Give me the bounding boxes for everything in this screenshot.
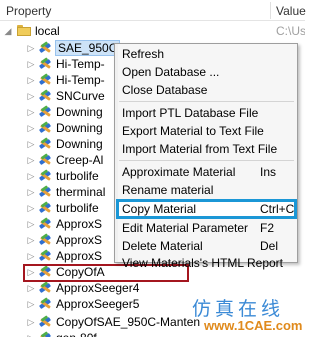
menu-item-refresh[interactable]: Refresh <box>115 45 297 63</box>
menu-item-export-material[interactable]: Export Material to Text File <box>115 122 297 140</box>
material-icon <box>38 233 53 247</box>
collapse-arrow-icon[interactable]: ▷ <box>26 296 36 312</box>
menu-item-label: Edit Material Parameter <box>122 221 249 235</box>
material-icon <box>38 331 53 337</box>
menu-item-import-material[interactable]: Import Material from Text File <box>115 140 297 158</box>
collapse-arrow-icon[interactable]: ▷ <box>26 136 36 152</box>
collapse-arrow-icon[interactable]: ▷ <box>26 330 36 337</box>
property-column-header[interactable]: Property <box>6 4 51 18</box>
menu-item-label: Close Database <box>122 83 208 97</box>
tree-item-label: Downing <box>56 105 103 119</box>
material-icon <box>38 185 53 199</box>
menu-item-approximate-material[interactable]: Approximate Material Ins <box>115 163 297 181</box>
menu-item-copy-material[interactable]: Copy Material Ctrl+C <box>116 199 297 219</box>
collapse-arrow-icon[interactable]: ▷ <box>26 40 36 56</box>
menu-item-label: Open Database ... <box>122 65 220 79</box>
material-icon <box>38 41 53 55</box>
tree-item-label: ApproxSeeger4 <box>56 281 140 295</box>
collapse-arrow-icon[interactable]: ▷ <box>26 56 36 72</box>
material-icon <box>38 169 53 183</box>
menu-item-import-ptl[interactable]: Import PTL Database File <box>115 104 297 122</box>
menu-item-label: Import PTL Database File <box>122 106 259 120</box>
menu-item-edit-material-parameter[interactable]: Edit Material Parameter F2 <box>115 219 297 237</box>
collapse-arrow-icon[interactable]: ▷ <box>26 104 36 120</box>
tree-root-value: C:\Use <box>276 24 305 38</box>
material-icon <box>38 73 53 87</box>
menu-item-view-html-report[interactable]: View Materials's HTML Report <box>115 255 297 270</box>
material-icon <box>38 217 53 231</box>
watermark-text: 仿真在线 <box>192 298 285 320</box>
menu-item-label: Rename material <box>122 183 214 197</box>
menu-item-label: Approximate Material <box>122 165 236 179</box>
collapse-arrow-icon[interactable]: ▷ <box>26 200 36 216</box>
tree-item-label: gen-80f <box>56 330 97 337</box>
tree-item-label: Hi-Temp- <box>56 57 105 71</box>
menu-item-label: Copy Material <box>122 202 197 216</box>
tree-item-label: ApproxS <box>56 217 103 231</box>
material-icon <box>38 249 53 263</box>
menu-item-delete-material[interactable]: Delete Material Del <box>115 237 297 255</box>
tree-item-label: SAE_950C <box>55 40 121 56</box>
tree-item-label: Hi-Temp- <box>56 73 105 87</box>
tree-item-label: turbolife <box>56 201 99 215</box>
tree-root-label: local <box>35 24 60 38</box>
tree-item-label: ApproxSeeger5 <box>56 297 140 311</box>
collapse-arrow-icon[interactable]: ▷ <box>26 232 36 248</box>
collapse-arrow-icon[interactable]: ▷ <box>26 216 36 232</box>
menu-item-shortcut: Ins <box>260 165 277 179</box>
material-icon <box>38 57 53 71</box>
tree-item-label: ApproxS <box>56 233 103 247</box>
menu-separator <box>119 160 294 161</box>
material-icon <box>38 297 53 311</box>
tree-item-label: ApproxS <box>56 249 103 263</box>
collapse-arrow-icon[interactable]: ▷ <box>26 168 36 184</box>
material-icon <box>38 137 53 151</box>
tree-item-label: Creep-Al <box>56 153 104 167</box>
menu-item-shortcut: Ctrl+C <box>260 202 295 216</box>
menu-item-shortcut: F2 <box>260 221 275 235</box>
collapse-arrow-icon[interactable]: ▷ <box>26 280 36 296</box>
menu-item-label: View Materials's HTML Report <box>122 256 284 270</box>
material-icon <box>38 105 53 119</box>
menu-item-label: Import Material from Text File <box>122 142 278 156</box>
column-divider[interactable] <box>270 2 271 19</box>
value-column-header[interactable]: Value <box>276 4 306 18</box>
tree-item-label: Downing <box>56 137 103 151</box>
material-icon <box>38 201 53 215</box>
collapse-arrow-icon[interactable]: ▷ <box>26 184 36 200</box>
collapse-arrow-icon[interactable]: ▷ <box>26 248 36 264</box>
menu-item-close-database[interactable]: Close Database <box>115 81 297 99</box>
context-menu: Refresh Open Database ... Close Database… <box>114 43 298 270</box>
menu-item-rename-material[interactable]: Rename material <box>115 181 297 199</box>
menu-separator <box>119 101 294 102</box>
tree-root-local[interactable]: ◢ local C:\Use <box>0 23 305 39</box>
collapse-arrow-icon[interactable]: ▷ <box>26 314 36 330</box>
expand-arrow-icon[interactable]: ◢ <box>3 23 13 39</box>
tree-item-label: therminal <box>56 185 106 199</box>
menu-item-label: Delete Material <box>122 239 203 253</box>
column-header: Property Value <box>0 0 306 21</box>
menu-item-open-database[interactable]: Open Database ... <box>115 63 297 81</box>
material-icon <box>38 121 53 135</box>
tree-item-label: Downing <box>56 121 103 135</box>
tree-item-label: SNCurve <box>56 89 105 103</box>
material-icon <box>38 281 53 295</box>
material-icon <box>38 89 53 103</box>
material-icon <box>38 153 53 167</box>
material-icon <box>38 315 53 329</box>
watermark-url: www.1CAE.com <box>204 318 303 333</box>
menu-item-label: Refresh <box>122 47 165 61</box>
tree-item-label: CopyOfSAE_950C-Manten <box>56 315 201 329</box>
collapse-arrow-icon[interactable]: ▷ <box>26 88 36 104</box>
menu-item-label: Export Material to Text File <box>122 124 264 138</box>
collapse-arrow-icon[interactable]: ▷ <box>26 72 36 88</box>
collapse-arrow-icon[interactable]: ▷ <box>26 120 36 136</box>
menu-item-shortcut: Del <box>260 239 279 253</box>
folder-icon <box>17 25 31 36</box>
tree-item-label: turbolife <box>56 169 99 183</box>
collapse-arrow-icon[interactable]: ▷ <box>26 152 36 168</box>
